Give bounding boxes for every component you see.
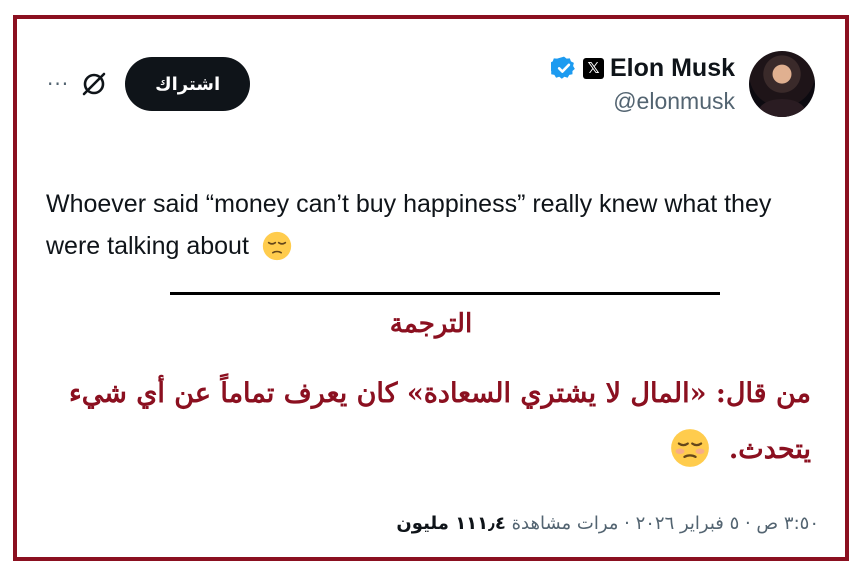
subscribe-button[interactable]: اشتراك (125, 57, 251, 111)
author-name-row: Elon Musk 𝕏 (550, 54, 735, 83)
pensive-face-emoji-icon (670, 429, 709, 467)
pensive-face-emoji-icon (262, 231, 292, 261)
author-handle[interactable]: @elonmusk (613, 88, 735, 115)
views-count[interactable]: ١١١٫٤ مليون (396, 513, 505, 534)
tweet-header: Elon Musk 𝕏 @elonmusk اشتراك ··· (47, 49, 815, 119)
tweet-text-content: Whoever said “money can’t buy happiness”… (46, 190, 772, 260)
translation-title: الترجمة (389, 309, 473, 339)
author-block: Elon Musk 𝕏 @elonmusk (550, 54, 735, 115)
timestamp[interactable]: ٣:٥٠ ص · ٥ فبراير ٢٠٢٦ · (618, 513, 819, 534)
grok-icon[interactable] (79, 69, 109, 99)
x-logo-icon: 𝕏 (582, 57, 604, 79)
more-options-icon[interactable]: ··· (47, 74, 69, 94)
tweet-meta: ٣:٥٠ ص · ٥ فبراير ٢٠٢٦ · مرات مشاهدة ١١١… (396, 513, 819, 534)
divider (170, 292, 720, 295)
views-label: مرات مشاهدة (511, 513, 619, 534)
translation-text: من قال: «المال لا يشتري السعادة» كان يعر… (31, 366, 811, 478)
avatar[interactable] (749, 51, 815, 117)
tweet-card: Elon Musk 𝕏 @elonmusk اشتراك ··· Whoever… (13, 15, 849, 561)
verified-badge-icon (550, 56, 575, 79)
author-name[interactable]: Elon Musk (610, 54, 735, 83)
tweet-text: Whoever said “money can’t buy happiness”… (46, 183, 806, 267)
